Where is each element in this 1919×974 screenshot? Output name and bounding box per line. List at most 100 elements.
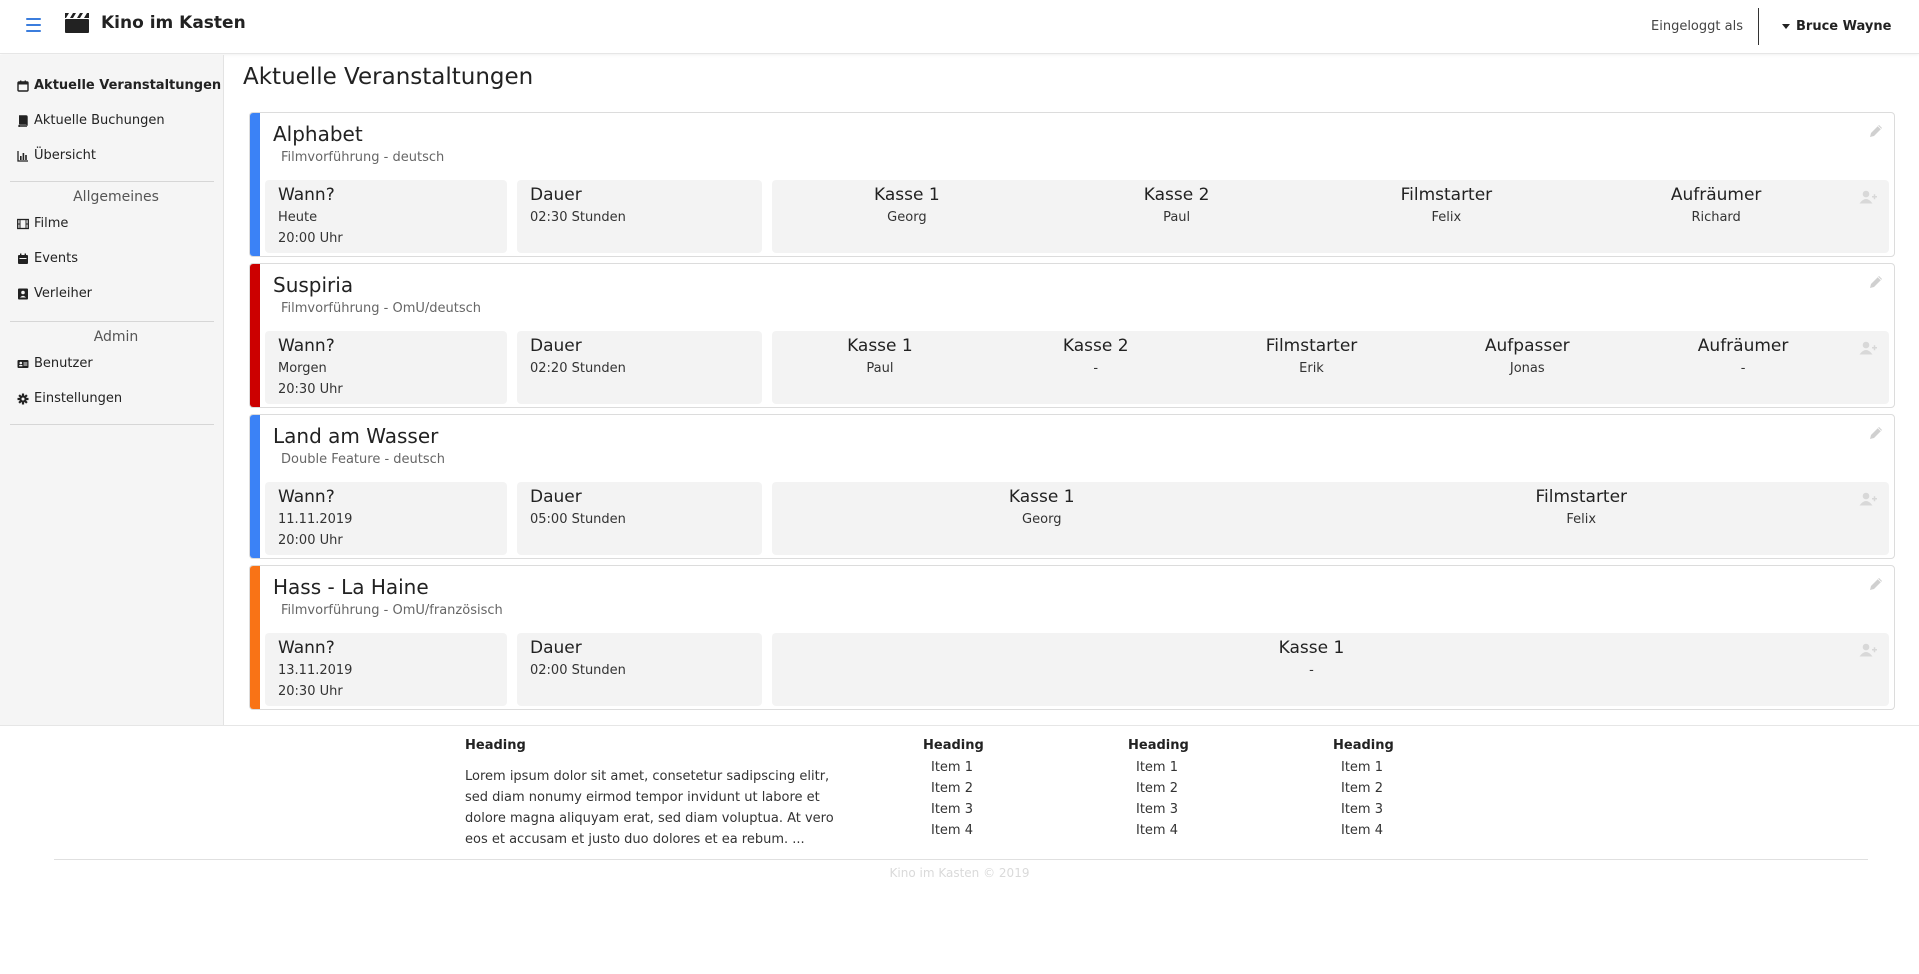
duration-label: Dauer: [530, 185, 582, 205]
duration-box: Dauer 02:00 Stunden: [517, 633, 762, 706]
sidebar-item-events[interactable]: Events: [17, 251, 78, 266]
staff-columns: Kasse 1 Georg Kasse 2 Paul Filmstarter Felix A…: [772, 180, 1851, 253]
page-title: Aktuelle Veranstaltungen: [243, 64, 534, 90]
staff-role: Filmstarter: [1265, 336, 1358, 356]
event-duration: 05:00 Stunden: [530, 512, 626, 527]
sidebar-divider: [10, 181, 214, 182]
footer-link[interactable]: Item 4: [1341, 820, 1383, 841]
footer-link[interactable]: Item 2: [1136, 778, 1178, 799]
gear-icon: [17, 393, 29, 404]
sidebar-item-current-events[interactable]: Aktuelle Veranstaltungen: [17, 78, 221, 93]
sidebar-item-users[interactable]: Benutzer: [17, 356, 93, 371]
pencil-icon[interactable]: [1868, 576, 1884, 592]
add-user-icon[interactable]: [1859, 643, 1877, 657]
staff-role: Aufräumer: [1697, 336, 1789, 356]
staff-slot[interactable]: Kasse 1 -: [772, 633, 1851, 706]
staff-role: Kasse 1: [1278, 638, 1345, 658]
sidebar-item-label: Übersicht: [34, 148, 96, 163]
sidebar-item-label: Aktuelle Veranstaltungen: [34, 78, 222, 93]
staff-name: Felix: [1431, 210, 1462, 225]
staff-slot[interactable]: Aufräumer Richard: [1581, 180, 1851, 253]
duration-box: Dauer 02:30 Stunden: [517, 180, 762, 253]
footer-link[interactable]: Item 2: [931, 778, 973, 799]
staff-name: -: [1740, 361, 1746, 376]
footer-column-heading: Heading: [923, 738, 984, 753]
staff-name: Felix: [1566, 512, 1597, 527]
sidebar-heading-admin: Admin: [93, 329, 139, 345]
event-date: Morgen: [278, 361, 327, 376]
calendar-icon: [18, 253, 28, 264]
staff-box: Kasse 1 Paul Kasse 2 - Filmstarter Erik Aufpas…: [772, 331, 1889, 404]
staff-slot[interactable]: Aufpasser Jonas: [1419, 331, 1635, 404]
sidebar-item-label: Events: [34, 251, 79, 266]
staff-role: Kasse 1: [847, 336, 913, 356]
staff-slot[interactable]: Kasse 2 -: [988, 331, 1204, 404]
event-time: 20:00 Uhr: [278, 231, 343, 246]
navbar-divider: [1758, 8, 1759, 45]
pencil-icon[interactable]: [1868, 274, 1884, 290]
when-box: Wann? 11.11.2019 20:00 Uhr: [265, 482, 507, 555]
staff-slot[interactable]: Kasse 1 Georg: [772, 180, 1042, 253]
staff-name: Georg: [887, 210, 927, 225]
pencil-icon[interactable]: [1868, 425, 1884, 441]
footer-link[interactable]: Item 1: [1341, 757, 1383, 778]
sidebar-item-overview[interactable]: Übersicht: [17, 148, 96, 163]
staff-slot[interactable]: Filmstarter Erik: [1204, 331, 1420, 404]
user-menu-dropdown[interactable]: Bruce Wayne: [1782, 19, 1891, 34]
sidebar-item-films[interactable]: Filme: [17, 216, 68, 231]
footer-link[interactable]: Item 4: [931, 820, 973, 841]
staff-role: Filmstarter: [1400, 185, 1493, 205]
event-card: Alphabet Filmvorführung - deutsch Wann? …: [249, 112, 1895, 257]
event-subtitle: Filmvorführung - deutsch: [281, 150, 445, 165]
event-color-stripe: [250, 566, 260, 709]
staff-slot[interactable]: Kasse 1 Paul: [772, 331, 988, 404]
staff-slot[interactable]: Filmstarter Felix: [1312, 180, 1582, 253]
event-title: Land am Wasser: [273, 424, 439, 448]
footer-link[interactable]: Item 3: [1136, 799, 1178, 820]
add-user-icon[interactable]: [1859, 492, 1877, 506]
sidebar-divider: [10, 321, 214, 322]
duration-label: Dauer: [530, 487, 582, 507]
footer-link[interactable]: Item 4: [1136, 820, 1178, 841]
staff-box: Kasse 1 -: [772, 633, 1889, 706]
event-card: Hass - La Haine Filmvorführung - OmU/fra…: [249, 565, 1895, 710]
event-date: 13.11.2019: [278, 663, 353, 678]
staff-columns: Kasse 1 -: [772, 633, 1851, 706]
staff-name: Richard: [1691, 210, 1741, 225]
contact-icon: [18, 288, 28, 299]
footer-link[interactable]: Item 3: [931, 799, 973, 820]
staff-slot[interactable]: Filmstarter Felix: [1312, 482, 1852, 555]
staff-slot[interactable]: Kasse 2 Paul: [1042, 180, 1312, 253]
footer-link[interactable]: Item 2: [1341, 778, 1383, 799]
event-duration: 02:20 Stunden: [530, 361, 626, 376]
staff-columns: Kasse 1 Paul Kasse 2 - Filmstarter Erik Aufpas…: [772, 331, 1851, 404]
sidebar-item-label: Einstellungen: [34, 391, 123, 406]
when-label: Wann?: [278, 185, 335, 205]
brand[interactable]: Kino im Kasten: [65, 13, 246, 33]
staff-name: Paul: [1163, 210, 1191, 225]
add-user-icon[interactable]: [1859, 190, 1877, 204]
staff-role: Aufpasser: [1484, 336, 1570, 356]
footer-link[interactable]: Item 3: [1341, 799, 1383, 820]
caret-down-icon: [1782, 24, 1790, 29]
pencil-icon[interactable]: [1868, 123, 1884, 139]
menu-toggle-icon[interactable]: [26, 18, 41, 32]
when-label: Wann?: [278, 336, 335, 356]
footer-link[interactable]: Item 1: [1136, 757, 1178, 778]
sidebar-item-current-bookings[interactable]: Aktuelle Buchungen: [17, 113, 165, 128]
event-card: Land am Wasser Double Feature - deutsch …: [249, 414, 1895, 559]
duration-box: Dauer 05:00 Stunden: [517, 482, 762, 555]
sidebar-item-distributors[interactable]: Verleiher: [17, 286, 92, 301]
sidebar-item-label: Verleiher: [34, 286, 93, 301]
staff-slot[interactable]: Kasse 1 Georg: [772, 482, 1312, 555]
staff-name: Jonas: [1509, 361, 1545, 376]
footer-link[interactable]: Item 1: [931, 757, 973, 778]
logged-in-label: Eingeloggt als: [1651, 19, 1743, 34]
add-user-icon[interactable]: [1859, 341, 1877, 355]
when-box: Wann? 13.11.2019 20:30 Uhr: [265, 633, 507, 706]
sidebar-item-settings[interactable]: Einstellungen: [17, 391, 122, 406]
event-time: 20:30 Uhr: [278, 382, 343, 397]
staff-role: Aufräumer: [1670, 185, 1762, 205]
calendar-icon: [17, 80, 29, 92]
staff-slot[interactable]: Aufräumer -: [1635, 331, 1851, 404]
